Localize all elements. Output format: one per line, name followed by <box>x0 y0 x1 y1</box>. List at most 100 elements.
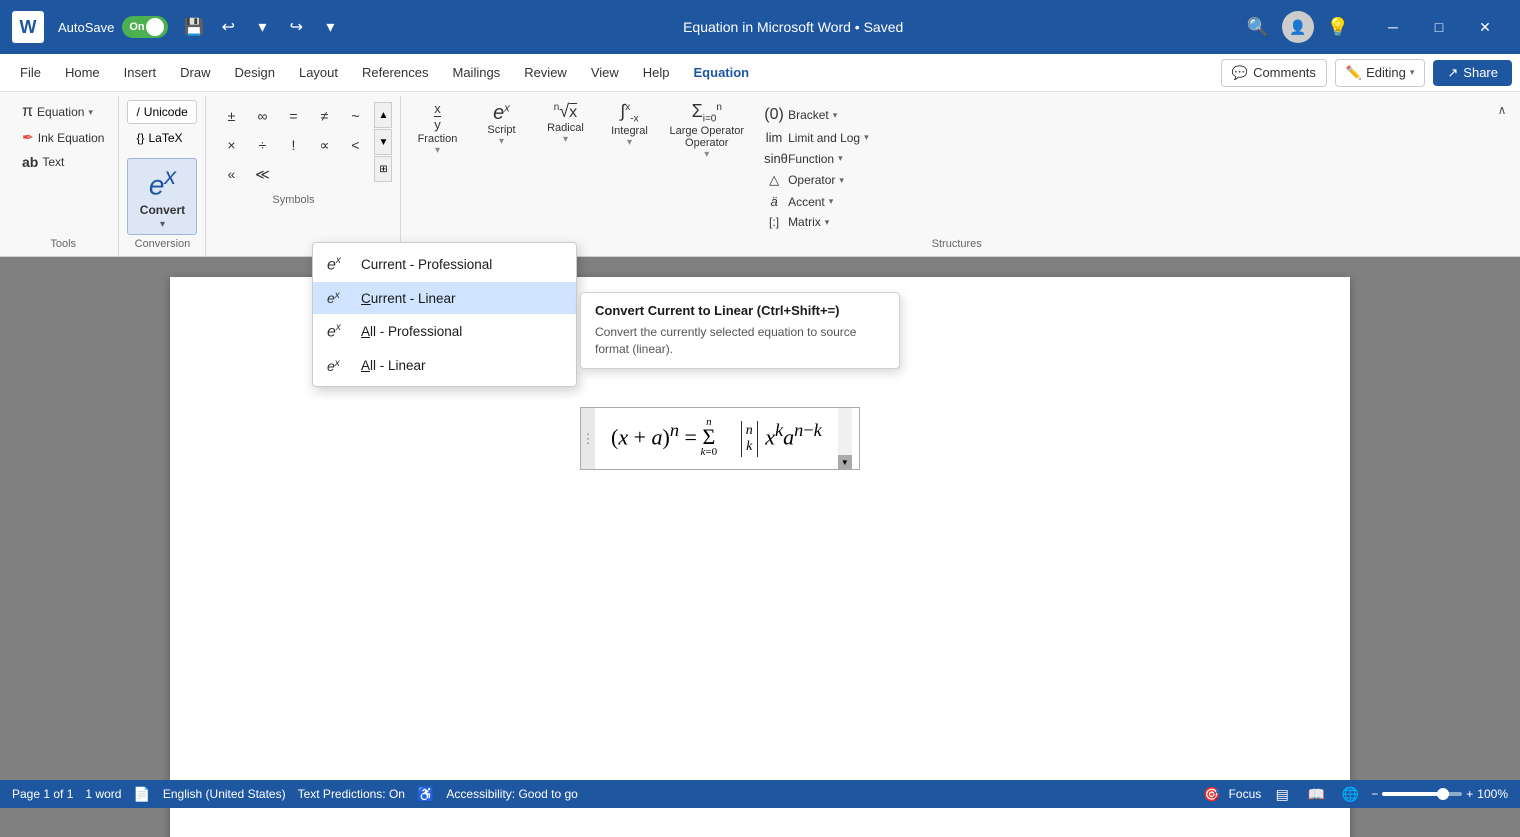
ribbon-conversion-group: / Unicode {} LaTeX ex Convert ▾ Conversi… <box>119 96 206 256</box>
symbol-laquo[interactable]: « <box>216 160 246 188</box>
limit-log-button[interactable]: lim Limit and Log ▾ <box>756 128 877 147</box>
symbol-tilde[interactable]: ~ <box>340 102 370 130</box>
symbol-prop[interactable]: ∝ <box>309 131 339 159</box>
accessibility-icon[interactable]: ♿ <box>417 786 434 803</box>
zoom-slider[interactable] <box>1382 792 1462 796</box>
spelling-check-icon[interactable]: 📄 <box>133 786 150 803</box>
editing-button[interactable]: ✏️ Editing ▾ <box>1335 59 1425 87</box>
view-layout-btn[interactable]: ▤ <box>1269 783 1295 805</box>
slash-icon: / <box>136 105 139 119</box>
accent-button[interactable]: ä Accent ▾ <box>756 192 877 211</box>
radical-button[interactable]: n√x Radical ▾ <box>537 100 593 147</box>
menu-references[interactable]: References <box>350 59 440 86</box>
symbol-excl[interactable]: ! <box>278 131 308 159</box>
close-button[interactable]: ✕ <box>1462 11 1508 43</box>
dropdown-current-professional[interactable]: ex Current - Professional <box>313 247 576 282</box>
menu-mailings[interactable]: Mailings <box>441 59 513 86</box>
zoom-minus-icon[interactable]: − <box>1371 787 1378 801</box>
ribbon-tools-group: π Equation ▾ ✒ Ink Equation ab Text Tool… <box>8 96 119 256</box>
current-linear-label: CCurrent - Linearurrent - Linear <box>361 291 562 306</box>
large-operator-button[interactable]: Σi=0n Large Operator Operator ▾ <box>665 100 748 162</box>
unicode-button[interactable]: / Unicode <box>127 100 197 124</box>
menu-home[interactable]: Home <box>53 59 112 86</box>
menu-file[interactable]: File <box>8 59 53 86</box>
bracket-button[interactable]: (0) Bracket ▾ <box>756 104 877 126</box>
title-bar: W AutoSave On 💾 ↩ ▾ ↪ ▾ Equation in Micr… <box>0 0 1520 54</box>
view-web-btn[interactable]: 🌐 <box>1337 783 1363 805</box>
menu-help[interactable]: Help <box>631 59 682 86</box>
radical-label: Radical <box>547 122 584 134</box>
symbol-times[interactable]: × <box>216 131 246 159</box>
share-button[interactable]: ↗ Share <box>1433 60 1512 86</box>
symbol-scroll-down[interactable]: ▼ <box>374 129 392 155</box>
fraction-button[interactable]: x y Fraction ▾ <box>409 100 465 158</box>
dropdown-all-linear[interactable]: ex All - Linear <box>313 350 576 382</box>
autosave-label: AutoSave <box>58 20 114 35</box>
operator-button[interactable]: △ Operator ▾ <box>756 170 877 190</box>
all-pro-label: All - Professional <box>361 324 562 339</box>
zoom-thumb[interactable] <box>1437 788 1449 800</box>
structures-content: x y Fraction ▾ ex Script ▾ n√x Radical <box>409 100 1504 235</box>
script-button[interactable]: ex Script ▾ <box>473 100 529 149</box>
menu-design[interactable]: Design <box>223 59 287 86</box>
redo-icon[interactable]: ↪ <box>282 13 310 41</box>
eq-scrollbar: ▼ <box>838 408 852 469</box>
matrix-icon: [:] <box>764 215 784 229</box>
minimize-button[interactable]: ─ <box>1370 11 1416 43</box>
symbol-ll[interactable]: ≪ <box>247 160 277 188</box>
menu-equation[interactable]: Equation <box>682 59 762 86</box>
text-icon: ab <box>22 154 38 170</box>
ribbon-collapse-button[interactable]: ∧ <box>1492 100 1512 120</box>
menu-view[interactable]: View <box>579 59 631 86</box>
symbol-scroll-up[interactable]: ▲ <box>374 102 392 128</box>
current-linear-icon: ex <box>327 290 351 306</box>
customize-icon[interactable]: ▾ <box>316 13 344 41</box>
text-button[interactable]: ab Text <box>16 151 110 173</box>
equation-button[interactable]: π Equation ▾ <box>16 100 110 124</box>
menu-review[interactable]: Review <box>512 59 579 86</box>
undo-icon[interactable]: ↩ <box>214 13 242 41</box>
function-button[interactable]: sinθ Function ▾ <box>756 149 877 168</box>
symbol-neq[interactable]: ≠ <box>309 102 339 130</box>
accent-icon: ä <box>764 194 784 209</box>
dropdown-current-linear[interactable]: ex CCurrent - Linearurrent - Linear <box>313 282 576 314</box>
menu-insert[interactable]: Insert <box>112 59 169 86</box>
focus-icon[interactable]: 🎯 <box>1203 786 1220 803</box>
latex-button[interactable]: {} LaTeX <box>127 126 197 150</box>
drag-handle[interactable]: ⋮ <box>581 408 595 469</box>
title-right: 🔍 👤 💡 <box>1242 11 1354 43</box>
share-label: Share <box>1463 65 1498 80</box>
window-controls: ─ □ ✕ <box>1370 11 1508 43</box>
lightbulb-icon[interactable]: 💡 <box>1322 11 1354 43</box>
undo-dropdown-icon[interactable]: ▾ <box>248 13 276 41</box>
menu-layout[interactable]: Layout <box>287 59 350 86</box>
ink-equation-button[interactable]: ✒ Ink Equation <box>16 126 110 149</box>
matrix-button[interactable]: [:] Matrix ▾ <box>756 213 877 231</box>
symbol-eq[interactable]: = <box>278 102 308 130</box>
menu-draw[interactable]: Draw <box>168 59 222 86</box>
bracket-label: Bracket <box>788 108 829 122</box>
symbol-pm[interactable]: ± <box>216 102 246 130</box>
user-avatar[interactable]: 👤 <box>1282 11 1314 43</box>
symbol-inf[interactable]: ∞ <box>247 102 277 130</box>
equation-ribbon: π Equation ▾ ✒ Ink Equation ab Text Tool… <box>0 92 1520 257</box>
maximize-button[interactable]: □ <box>1416 11 1462 43</box>
symbol-lt[interactable]: < <box>340 131 370 159</box>
integral-button[interactable]: ∫x-x Integral ▾ <box>601 100 657 150</box>
eq-scroll-down[interactable]: ▼ <box>838 455 852 469</box>
equation-wrapper: ⋮ (x + a)n = Σ k=0 n n k xkan−k <box>580 407 860 470</box>
symbol-div[interactable]: ÷ <box>247 131 277 159</box>
view-read-btn[interactable]: 📖 <box>1303 783 1329 805</box>
fraction-icon: x y <box>434 102 441 133</box>
comments-button[interactable]: 💬 Comments <box>1221 59 1327 87</box>
unicode-label: Unicode <box>144 105 188 119</box>
symbol-scroll-expand[interactable]: ⊞ <box>374 156 392 182</box>
dropdown-all-professional[interactable]: ex All - Professional <box>313 314 576 349</box>
zoom-plus-icon[interactable]: + <box>1466 787 1473 801</box>
search-icon[interactable]: 🔍 <box>1242 11 1274 43</box>
ribbon-right-structures: (0) Bracket ▾ lim Limit and Log ▾ sinθ F… <box>756 100 877 235</box>
save-icon[interactable]: 💾 <box>180 13 208 41</box>
convert-button[interactable]: ex Convert ▾ <box>127 158 197 235</box>
tooltip-title: Convert Current to Linear (Ctrl+Shift+=) <box>595 303 885 318</box>
autosave-toggle[interactable]: On <box>122 16 168 38</box>
